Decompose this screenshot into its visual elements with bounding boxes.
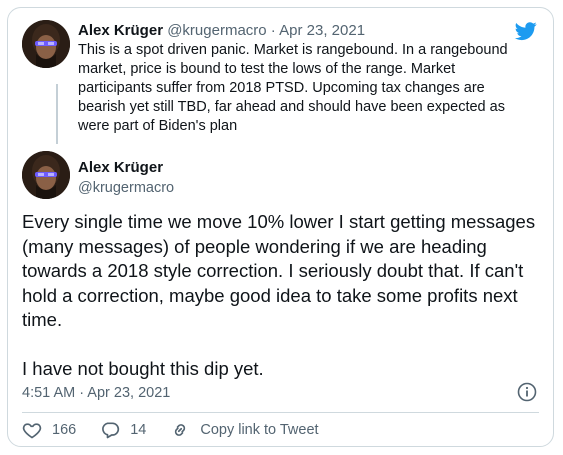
- speech-bubble-icon: [102, 422, 120, 439]
- tweet-author-avatar[interactable]: [22, 151, 70, 199]
- reply-text: This is a spot driven panic. Market is r…: [78, 42, 508, 134]
- tweet-actions: 166 14 Copy link to Tweet: [22, 418, 343, 442]
- reply-header: Alex Krüger @krugermacro · Apr 23, 2021: [78, 21, 365, 41]
- info-icon[interactable]: [517, 382, 537, 402]
- avatar-portrait-icon: [22, 151, 70, 199]
- reply-separator: ·: [270, 22, 276, 39]
- reply-button[interactable]: 14: [100, 420, 146, 440]
- link-icon: [175, 424, 186, 436]
- heart-icon: [22, 423, 42, 439]
- embedded-tweet-card: Alex Krüger @krugermacro · Apr 23, 2021 …: [7, 7, 554, 447]
- divider: [22, 412, 539, 413]
- avatar-portrait-icon: [22, 20, 70, 68]
- tweet-text: Every single time we move 10% lower I st…: [22, 210, 542, 381]
- thread-connector-line: [56, 84, 58, 144]
- twitter-bird-icon[interactable]: [513, 20, 539, 42]
- tweet-timestamp[interactable]: 4:51 AM · Apr 23, 2021: [22, 383, 170, 403]
- tweet-paragraph: Every single time we move 10% lower I st…: [22, 211, 536, 330]
- tweet-author-name[interactable]: Alex Krüger: [78, 158, 163, 178]
- reply-author-handle[interactable]: @krugermacro: [167, 22, 266, 39]
- like-button[interactable]: 166: [22, 420, 76, 440]
- reply-count: 14: [130, 422, 147, 438]
- reply-author-name[interactable]: Alex Krüger: [78, 22, 163, 39]
- like-count: 166: [52, 422, 77, 438]
- reply-author-avatar[interactable]: [22, 20, 70, 68]
- copy-link-label: Copy link to Tweet: [200, 422, 319, 438]
- tweet-author-handle[interactable]: @krugermacro: [78, 178, 174, 198]
- copy-link-button[interactable]: Copy link to Tweet: [170, 420, 319, 440]
- reply-date[interactable]: Apr 23, 2021: [279, 22, 365, 39]
- tweet-paragraph: I have not bought this dip yet.: [22, 357, 264, 379]
